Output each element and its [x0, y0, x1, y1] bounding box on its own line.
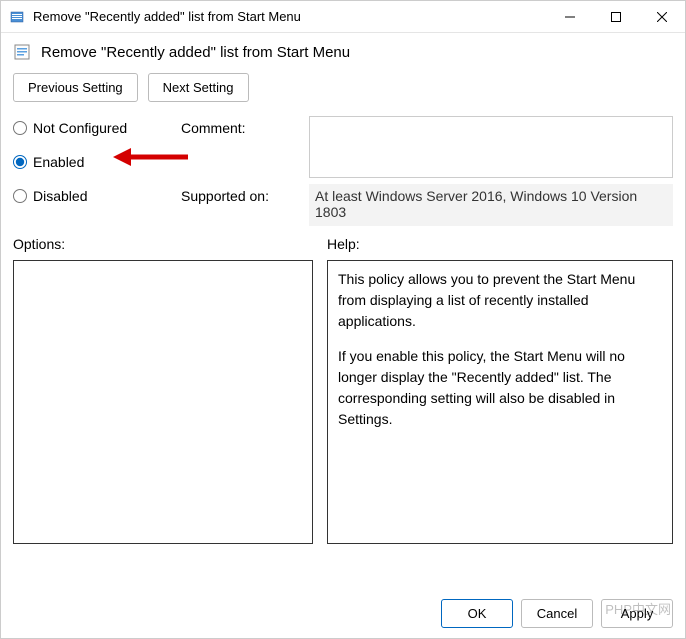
options-box	[13, 260, 313, 544]
radio-not-configured-label: Not Configured	[33, 120, 127, 136]
window-controls	[547, 1, 685, 32]
lower-panes: Options: Help: This policy allows you to…	[1, 226, 685, 589]
radio-not-configured-input[interactable]	[13, 121, 27, 135]
minimize-button[interactable]	[547, 1, 593, 32]
apply-button[interactable]: Apply	[601, 599, 673, 628]
app-icon	[9, 9, 25, 25]
config-area: Not Configured Enabled Disabled Comment:…	[1, 114, 685, 226]
policy-icon	[13, 43, 31, 61]
titlebar: Remove "Recently added" list from Start …	[1, 1, 685, 33]
footer: OK Cancel Apply PHP中文网	[1, 589, 685, 638]
options-section: Options:	[13, 236, 313, 589]
subheader: Remove "Recently added" list from Start …	[1, 33, 685, 67]
comment-textarea[interactable]	[309, 116, 673, 178]
next-setting-button[interactable]: Next Setting	[148, 73, 249, 102]
state-radio-group: Not Configured Enabled Disabled	[13, 114, 173, 204]
options-label: Options:	[13, 236, 313, 252]
radio-enabled-input[interactable]	[13, 155, 27, 169]
radio-disabled-label: Disabled	[33, 188, 87, 204]
policy-title: Remove "Recently added" list from Start …	[41, 44, 350, 61]
ok-button[interactable]: OK	[441, 599, 513, 628]
radio-enabled[interactable]: Enabled	[13, 154, 173, 170]
cancel-button[interactable]: Cancel	[521, 599, 593, 628]
close-button[interactable]	[639, 1, 685, 32]
help-box: This policy allows you to prevent the St…	[327, 260, 673, 544]
radio-disabled[interactable]: Disabled	[13, 188, 173, 204]
maximize-button[interactable]	[593, 1, 639, 32]
comment-label: Comment:	[181, 114, 301, 136]
supported-on-label: Supported on:	[181, 178, 301, 204]
help-section: Help: This policy allows you to prevent …	[327, 236, 673, 589]
radio-disabled-input[interactable]	[13, 189, 27, 203]
radio-enabled-label: Enabled	[33, 154, 84, 170]
help-label: Help:	[327, 236, 673, 252]
window-title: Remove "Recently added" list from Start …	[33, 9, 547, 24]
nav-buttons: Previous Setting Next Setting	[1, 67, 685, 114]
previous-setting-button[interactable]: Previous Setting	[13, 73, 138, 102]
radio-not-configured[interactable]: Not Configured	[13, 120, 173, 136]
supported-on-value: At least Windows Server 2016, Windows 10…	[309, 184, 673, 226]
